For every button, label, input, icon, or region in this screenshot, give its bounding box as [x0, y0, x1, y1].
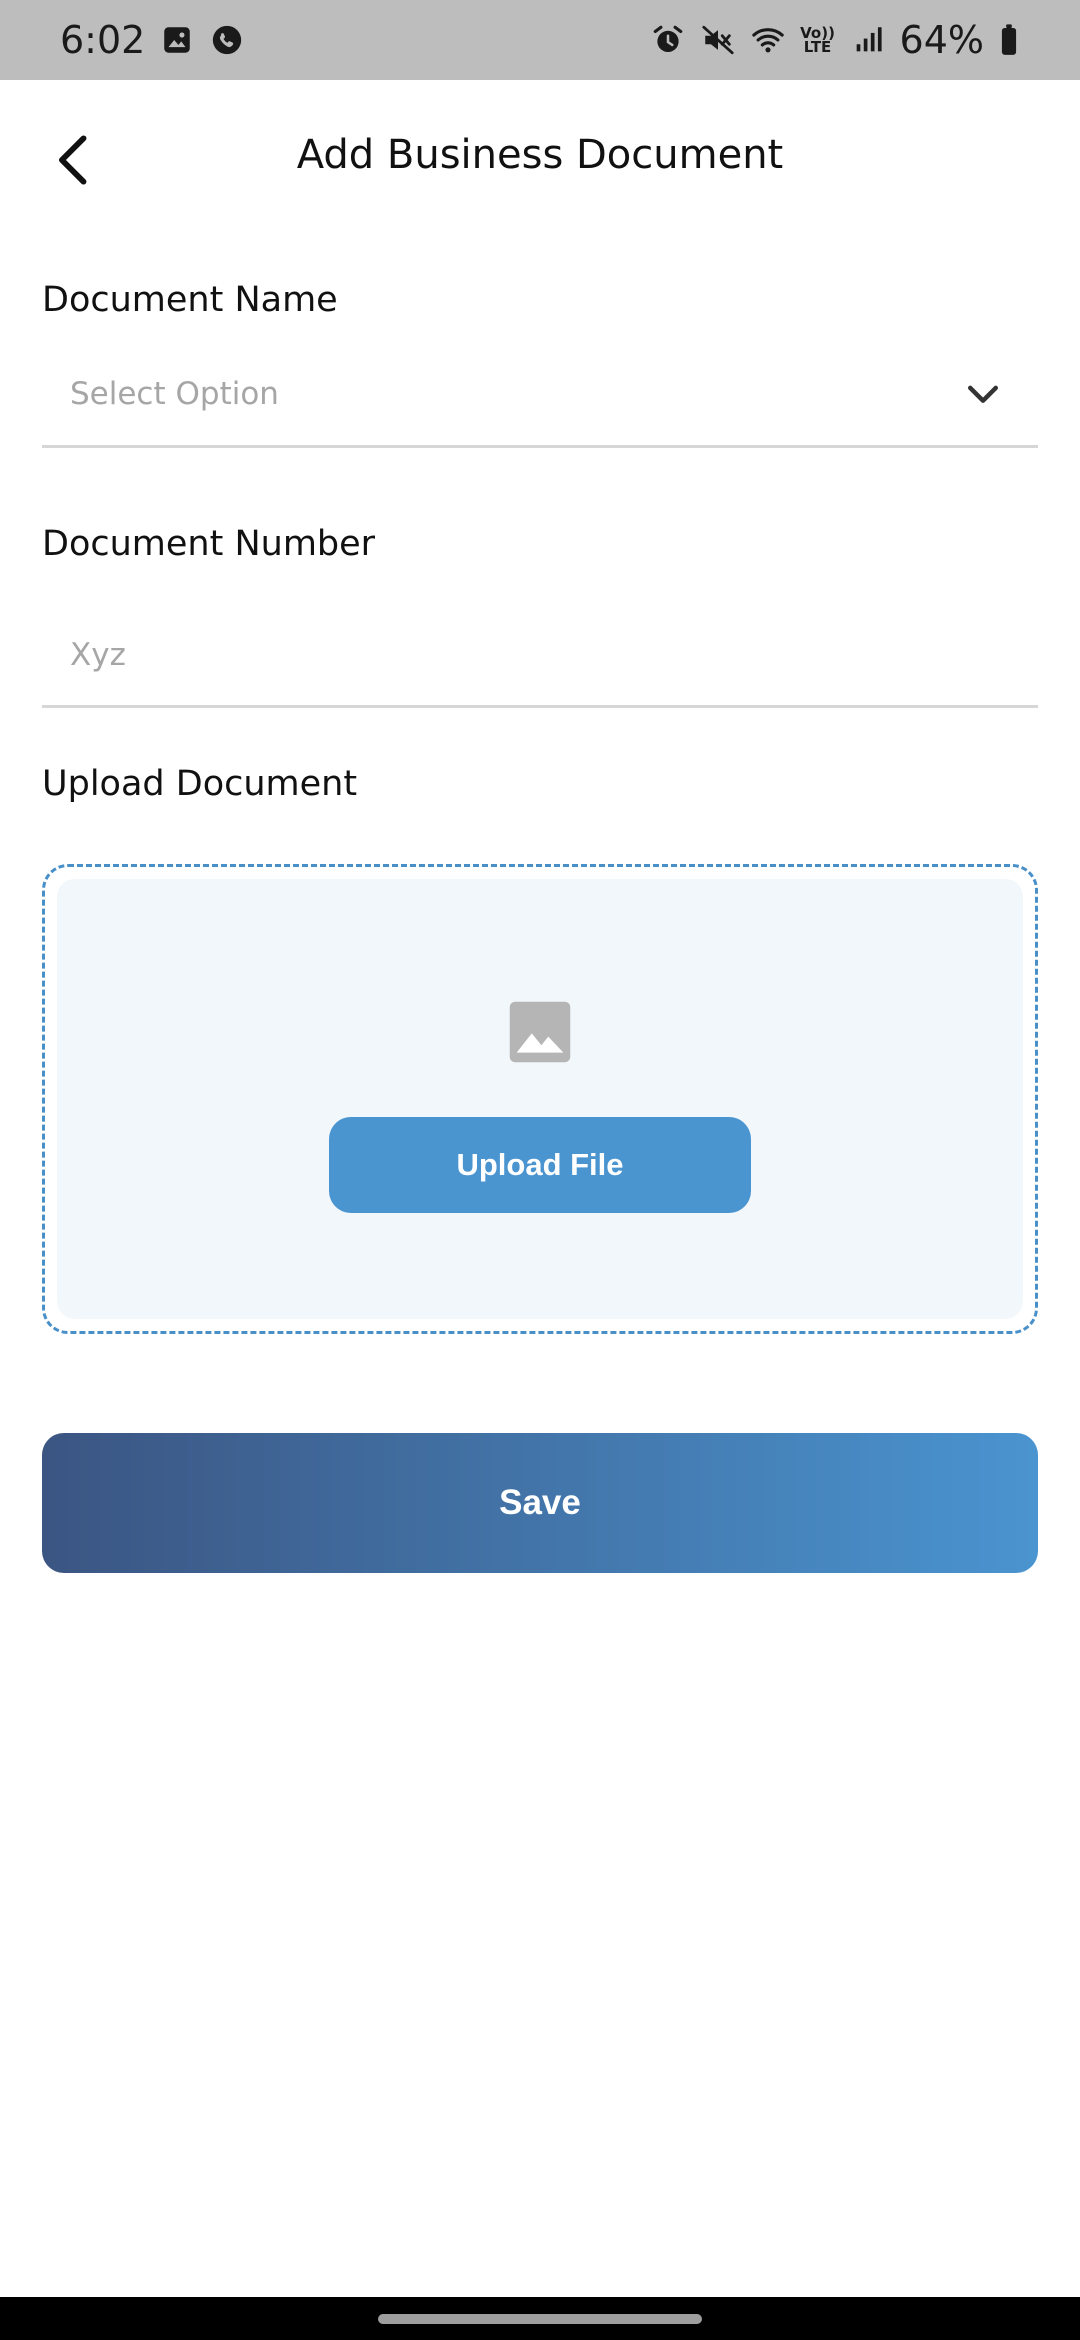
volte-label-bottom: LTE: [803, 38, 832, 56]
wifi-icon: [750, 22, 786, 58]
signal-icon: [850, 22, 886, 58]
document-name-value: Select Option: [70, 376, 279, 412]
document-number-label: Document Number: [42, 524, 376, 564]
document-number-input[interactable]: [70, 630, 970, 680]
image-icon: [509, 1001, 571, 1063]
app-header: Add Business Document: [0, 80, 1080, 240]
phone-app-icon: [209, 22, 245, 58]
page-title: Add Business Document: [296, 132, 784, 178]
save-button[interactable]: Save: [42, 1433, 1038, 1573]
status-bar: 6:02 Vo)) LTE 64%: [0, 0, 1080, 80]
upload-dropzone[interactable]: Upload File: [42, 864, 1038, 1334]
document-name-label: Document Name: [42, 280, 338, 320]
status-bar-right: Vo)) LTE 64%: [650, 18, 1020, 62]
gallery-icon: [159, 22, 195, 58]
mute-icon: [700, 22, 736, 58]
upload-file-button[interactable]: Upload File: [329, 1117, 751, 1213]
alarm-icon: [650, 22, 686, 58]
document-number-field[interactable]: [42, 618, 1038, 708]
document-name-select[interactable]: Select Option: [42, 358, 1038, 448]
battery-percent: 64%: [899, 18, 984, 62]
battery-icon: [998, 22, 1020, 58]
upload-dropzone-inner: Upload File: [57, 879, 1023, 1319]
chevron-down-icon: [967, 385, 999, 403]
volte-icon: Vo)) LTE: [800, 22, 836, 58]
upload-document-label: Upload Document: [42, 764, 358, 804]
system-nav-bar: [0, 2297, 1080, 2340]
home-handle[interactable]: [378, 2314, 702, 2324]
status-time: 6:02: [60, 18, 146, 62]
status-bar-left: 6:02: [60, 18, 245, 62]
